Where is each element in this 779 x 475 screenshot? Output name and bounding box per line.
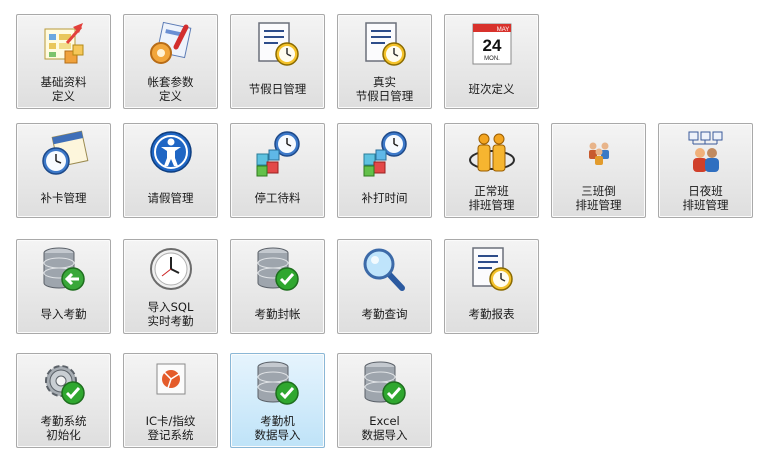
tile-label: 三班倒 排班管理 bbox=[575, 184, 622, 212]
tile-label: 真实 节假日管理 bbox=[355, 75, 414, 103]
tile-normal-shift-scheduling[interactable]: 正常班 排班管理 bbox=[444, 123, 539, 218]
tile-day-night-shift-scheduling[interactable]: 日夜班 排班管理 bbox=[658, 123, 753, 218]
tile-label: 基础资料 定义 bbox=[40, 75, 87, 103]
tile-label: 补卡管理 bbox=[40, 191, 87, 205]
tile-label: 班次定义 bbox=[468, 82, 515, 96]
tile-attendance-query[interactable]: 考勤查询 bbox=[337, 239, 432, 334]
tile-label: 节假日管理 bbox=[248, 82, 307, 96]
calendar-month: MAY bbox=[497, 27, 510, 33]
tile-label: 请假管理 bbox=[147, 191, 194, 205]
document-clock-icon bbox=[472, 247, 513, 291]
tile-ic-card-fingerprint-registration[interactable]: IC卡/指纹 登记系统 bbox=[123, 353, 218, 448]
tile-label: 日夜班 排班管理 bbox=[682, 184, 729, 212]
tile-label: 正常班 排班管理 bbox=[468, 184, 515, 212]
calendar-day: 24 bbox=[483, 36, 502, 55]
database-check-icon bbox=[257, 361, 299, 405]
tile-label: 考勤封帐 bbox=[254, 307, 301, 321]
tile-holiday-management[interactable]: 节假日管理 bbox=[230, 14, 325, 109]
tile-basic-data-definition[interactable]: 基础资料 定义 bbox=[16, 14, 111, 109]
cubes-clock-icon bbox=[256, 131, 300, 177]
tile-label: 导入考勤 bbox=[40, 307, 87, 321]
database-import-icon bbox=[43, 247, 85, 291]
tile-actual-holiday-management[interactable]: 真实 节假日管理 bbox=[337, 14, 432, 109]
people-orange-icon bbox=[469, 133, 515, 172]
tile-account-parameter-definition[interactable]: 帐套参数 定义 bbox=[123, 14, 218, 109]
magnifier-icon bbox=[363, 248, 405, 291]
people-network-icon bbox=[688, 131, 723, 172]
tile-leave-management[interactable]: 请假管理 bbox=[123, 123, 218, 218]
tile-attendance-system-init[interactable]: 考勤系统 初始化 bbox=[16, 353, 111, 448]
clock-icon bbox=[150, 248, 192, 290]
tile-import-attendance[interactable]: 导入考勤 bbox=[16, 239, 111, 334]
person-circle-icon bbox=[150, 131, 192, 173]
tile-label: 停工待料 bbox=[254, 191, 301, 205]
tile-three-shift-scheduling[interactable]: 三班倒 排班管理 bbox=[551, 123, 646, 218]
card-reader-icon bbox=[156, 363, 186, 395]
tile-import-sql-realtime-attendance[interactable]: 导入SQL 实时考勤 bbox=[123, 239, 218, 334]
tile-label: 补打时间 bbox=[361, 191, 408, 205]
tile-label: IC卡/指纹 登记系统 bbox=[145, 414, 196, 442]
calendar-clock-icon bbox=[42, 130, 89, 175]
calendar-weekday: MON. bbox=[484, 56, 500, 62]
tile-attendance-close-account[interactable]: 考勤封帐 bbox=[230, 239, 325, 334]
tile-label: 导入SQL 实时考勤 bbox=[147, 300, 194, 328]
tile-supplementary-punch-time[interactable]: 补打时间 bbox=[337, 123, 432, 218]
people-group-icon bbox=[589, 142, 609, 165]
tile-attendance-report[interactable]: 考勤报表 bbox=[444, 239, 539, 334]
gear-check-icon bbox=[45, 365, 85, 405]
tile-label: 考勤查询 bbox=[361, 307, 408, 321]
database-check-icon bbox=[257, 247, 299, 291]
tile-excel-data-import[interactable]: Excel 数据导入 bbox=[337, 353, 432, 448]
calendar-icon: MAY 24 MON. bbox=[472, 23, 512, 65]
tile-shift-definition[interactable]: MAY 24 MON. 班次定义 bbox=[444, 14, 539, 109]
tile-label: Excel 数据导入 bbox=[361, 414, 408, 442]
document-clock-icon bbox=[365, 22, 406, 66]
tile-card-supplement-management[interactable]: 补卡管理 bbox=[16, 123, 111, 218]
tile-label: 帐套参数 定义 bbox=[147, 75, 194, 103]
database-check-icon bbox=[364, 361, 406, 405]
document-clock-icon bbox=[258, 22, 299, 66]
account-settings-icon bbox=[150, 21, 192, 64]
tile-attendance-machine-data-import[interactable]: 考勤机 数据导入 bbox=[230, 353, 325, 448]
cubes-clock-icon bbox=[363, 131, 407, 177]
basic-data-icon bbox=[44, 23, 84, 64]
tile-label: 考勤系统 初始化 bbox=[40, 414, 87, 442]
tile-label: 考勤机 数据导入 bbox=[254, 414, 301, 442]
tile-stop-work-material-wait[interactable]: 停工待料 bbox=[230, 123, 325, 218]
tile-label: 考勤报表 bbox=[468, 307, 515, 321]
